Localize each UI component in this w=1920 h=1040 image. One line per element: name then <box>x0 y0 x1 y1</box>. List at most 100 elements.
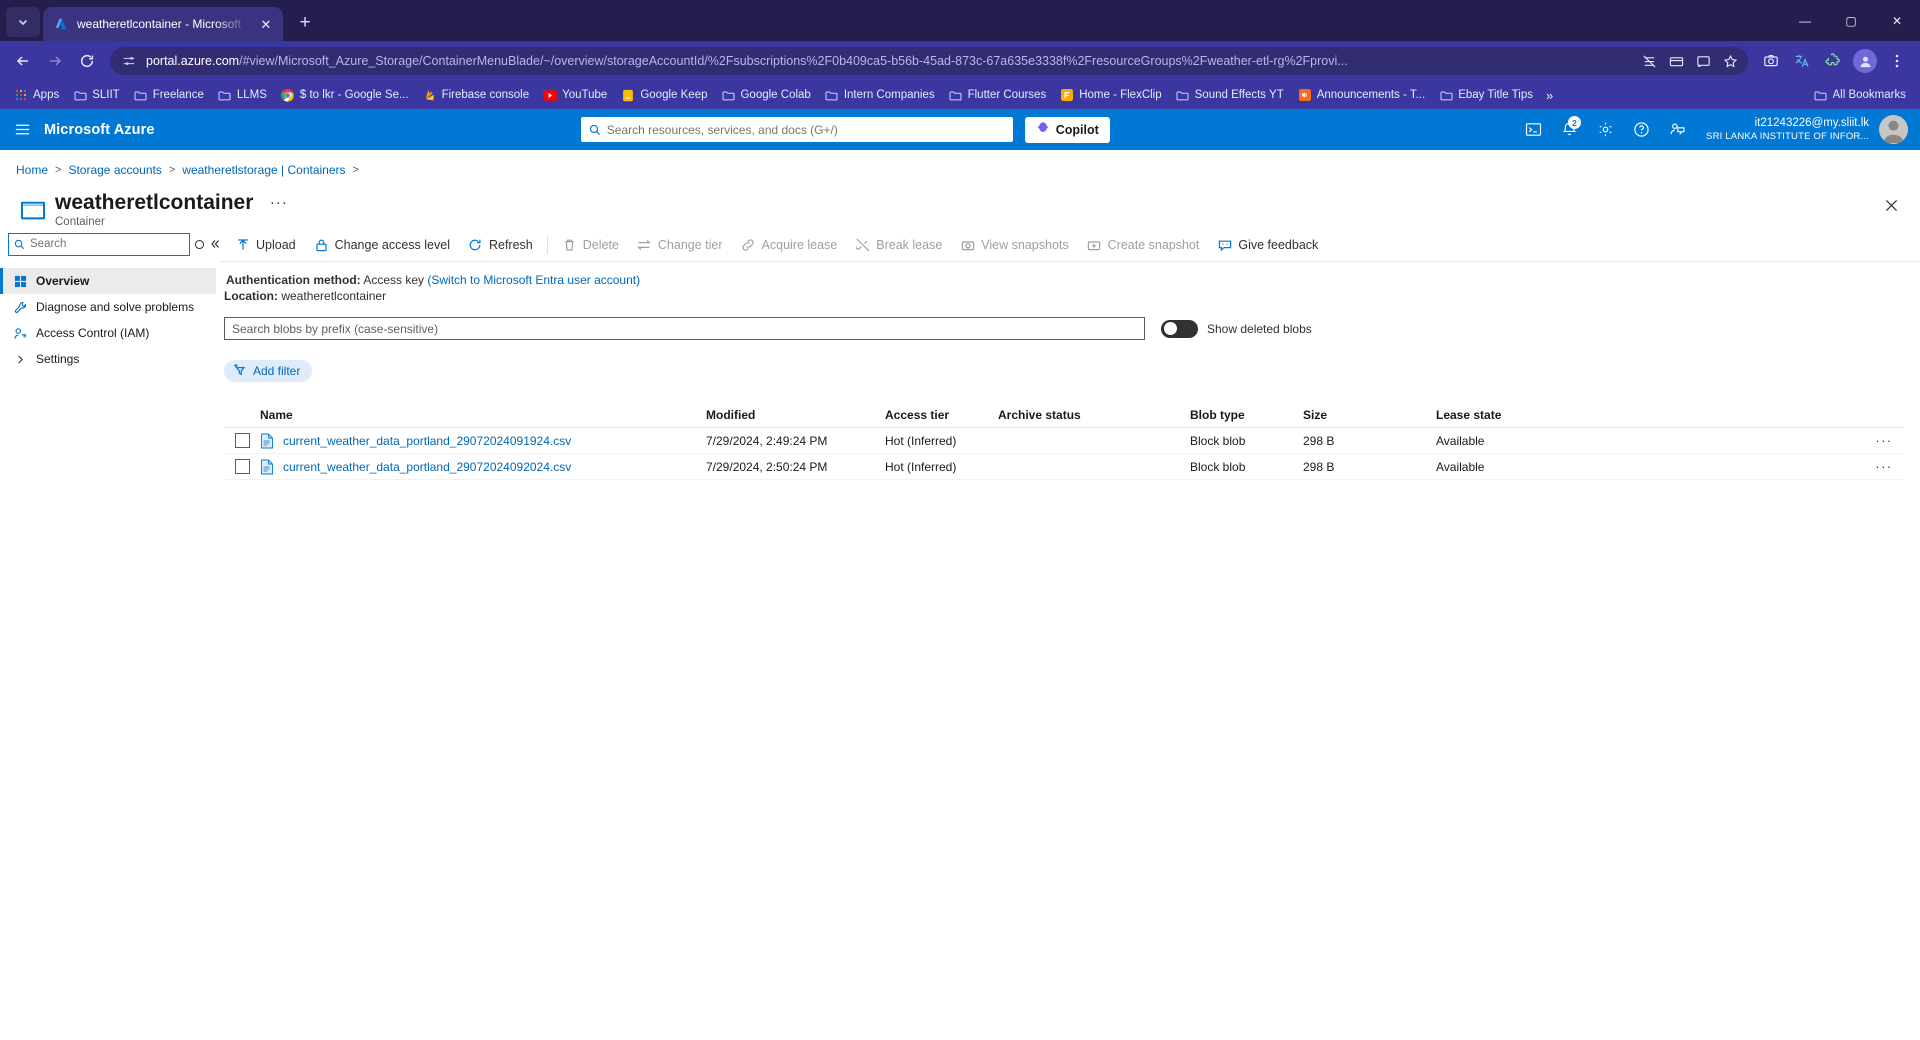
circle-icon[interactable] <box>194 234 205 254</box>
bookmark-item[interactable]: Flutter Courses <box>943 85 1053 105</box>
cloud-shell-icon[interactable] <box>1516 109 1550 150</box>
column-header-lease-state[interactable]: Lease state <box>1436 408 1864 422</box>
blade-more-actions[interactable]: ··· <box>270 194 288 211</box>
give-feedback-button[interactable]: Give feedback <box>1208 230 1327 260</box>
sidebar-item-access-control[interactable]: Access Control (IAM) <box>0 320 216 346</box>
capture-icon[interactable] <box>1756 46 1786 76</box>
column-header-name[interactable]: Name <box>260 408 706 422</box>
search-input[interactable] <box>606 122 1005 137</box>
sidebar-item-diagnose[interactable]: Diagnose and solve problems <box>0 294 216 320</box>
bookmark-item[interactable]: LLMS <box>212 85 273 105</box>
column-header-modified[interactable]: Modified <box>706 408 885 422</box>
new-tab-button[interactable]: + <box>291 9 319 37</box>
cast-icon[interactable] <box>1691 49 1715 73</box>
refresh-button[interactable]: Refresh <box>459 230 542 260</box>
show-deleted-toggle[interactable] <box>1161 319 1198 338</box>
star-icon[interactable] <box>1718 49 1742 73</box>
table-row[interactable]: current_weather_data_portland_2907202409… <box>224 428 1904 455</box>
bookmark-item[interactable]: Apps <box>8 85 65 105</box>
back-arrow-icon[interactable] <box>8 46 38 76</box>
add-filter-icon <box>233 363 247 380</box>
bookmark-item[interactable]: Google Keep <box>615 85 713 105</box>
copilot-button[interactable]: Copilot <box>1024 116 1110 143</box>
card-icon[interactable] <box>1664 49 1688 73</box>
overview-icon <box>12 275 28 288</box>
blob-name-link[interactable]: current_weather_data_portland_2907202409… <box>283 434 571 448</box>
minimize-icon[interactable]: — <box>1782 0 1828 41</box>
row-checkbox-cell[interactable] <box>224 459 260 475</box>
hamburger-menu-icon[interactable] <box>0 109 44 150</box>
forward-arrow-icon[interactable] <box>40 46 70 76</box>
switch-to-entra-link[interactable]: (Switch to Microsoft Entra user account) <box>427 273 640 287</box>
break-lease-button[interactable]: Break lease <box>846 230 951 260</box>
row-checkbox-cell[interactable] <box>224 433 260 449</box>
checkbox-icon[interactable] <box>234 459 250 475</box>
bookmark-item[interactable]: Announcements - T... <box>1292 85 1431 105</box>
prefix-search-input[interactable] <box>232 321 1137 336</box>
tracking-protection-icon[interactable] <box>1637 49 1661 73</box>
column-header-archive-status[interactable]: Archive status <box>998 408 1190 422</box>
show-deleted-blobs-control[interactable]: Show deleted blobs <box>1161 319 1312 338</box>
bookmark-item[interactable]: YouTube <box>537 85 613 105</box>
close-icon[interactable] <box>1880 194 1902 216</box>
translate-icon[interactable] <box>1787 46 1817 76</box>
feedback-person-icon[interactable] <box>1660 109 1694 150</box>
sidebar-item-overview[interactable]: Overview <box>0 268 216 295</box>
bookmark-item[interactable]: Home - FlexClip <box>1054 85 1167 105</box>
breadcrumb-item-storage-accounts[interactable]: Storage accounts <box>68 163 161 177</box>
chevron-double-right-icon[interactable]: » <box>1541 85 1558 106</box>
breadcrumb-item-containers[interactable]: weatheretlstorage | Containers <box>182 163 345 177</box>
help-question-icon[interactable] <box>1624 109 1658 150</box>
profile-avatar-icon[interactable] <box>1853 49 1877 73</box>
sidebar-item-settings[interactable]: Settings <box>0 346 216 372</box>
blob-name-link[interactable]: current_weather_data_portland_2907202409… <box>283 460 571 474</box>
kebab-menu-icon[interactable] <box>1882 46 1912 76</box>
address-bar[interactable]: portal.azure.com/#view/Microsoft_Azure_S… <box>110 47 1748 75</box>
column-header-size[interactable]: Size <box>1303 408 1436 422</box>
bookmark-item[interactable]: Firebase console <box>417 85 536 105</box>
create-snapshot-button[interactable]: Create snapshot <box>1078 230 1209 260</box>
view-snapshots-button[interactable]: View snapshots <box>951 230 1077 260</box>
more-actions-icon[interactable]: ··· <box>1864 433 1904 448</box>
breadcrumb-item-home[interactable]: Home <box>16 163 48 177</box>
blade-main: Upload Change access level Refresh Delet… <box>216 228 1920 1040</box>
bookmark-item[interactable]: Intern Companies <box>819 85 941 105</box>
acquire-lease-button[interactable]: Acquire lease <box>732 230 847 260</box>
user-avatar-icon[interactable] <box>1879 115 1908 144</box>
close-icon[interactable]: ✕ <box>1874 0 1920 41</box>
blob-prefix-search[interactable] <box>224 317 1145 341</box>
azure-brand[interactable]: Microsoft Azure <box>44 122 175 138</box>
change-tier-button[interactable]: Change tier <box>628 230 732 260</box>
bookmark-item[interactable]: Ebay Title Tips <box>1433 85 1539 105</box>
cell-name: current_weather_data_portland_2907202409… <box>260 459 706 475</box>
more-actions-icon[interactable]: ··· <box>1864 459 1904 474</box>
bookmark-item[interactable]: Google Colab <box>715 85 816 105</box>
search-input[interactable] <box>30 238 184 251</box>
upload-button[interactable]: Upload <box>226 230 305 260</box>
global-search[interactable] <box>580 117 1013 142</box>
settings-gear-icon[interactable] <box>1588 109 1622 150</box>
reload-icon[interactable] <box>72 46 102 76</box>
all-bookmarks-button[interactable]: All Bookmarks <box>1808 85 1913 105</box>
notifications-bell-icon[interactable]: 2 <box>1552 109 1586 150</box>
puzzle-icon[interactable] <box>1818 46 1848 76</box>
add-filter-button[interactable]: Add filter <box>224 360 313 383</box>
bookmark-item[interactable]: SLIIT <box>67 85 125 105</box>
tune-icon[interactable] <box>120 52 138 70</box>
browser-tab[interactable]: weatheretlcontainer - Microsoft ✕ <box>43 7 283 41</box>
column-header-access-tier[interactable]: Access tier <box>885 408 998 422</box>
column-header-blob-type[interactable]: Blob type <box>1190 408 1303 422</box>
close-icon[interactable]: ✕ <box>257 15 275 33</box>
checkbox-icon[interactable] <box>234 433 250 449</box>
delete-button[interactable]: Delete <box>553 230 628 260</box>
bookmark-item[interactable]: Sound Effects YT <box>1170 85 1290 105</box>
bookmark-item[interactable]: $ to lkr - Google Se... <box>275 85 415 105</box>
table-row[interactable]: current_weather_data_portland_2907202409… <box>224 454 1904 481</box>
maximize-icon[interactable]: ▢ <box>1828 0 1874 41</box>
toggle-knob <box>1164 322 1177 336</box>
tab-search-button[interactable] <box>6 7 40 37</box>
bookmark-item[interactable]: Freelance <box>128 85 210 105</box>
left-nav-search[interactable] <box>8 232 190 256</box>
account-info[interactable]: it21243226@my.sliit.lk SRI LANKA INSTITU… <box>1696 116 1877 142</box>
change-access-level-button[interactable]: Change access level <box>305 230 459 260</box>
